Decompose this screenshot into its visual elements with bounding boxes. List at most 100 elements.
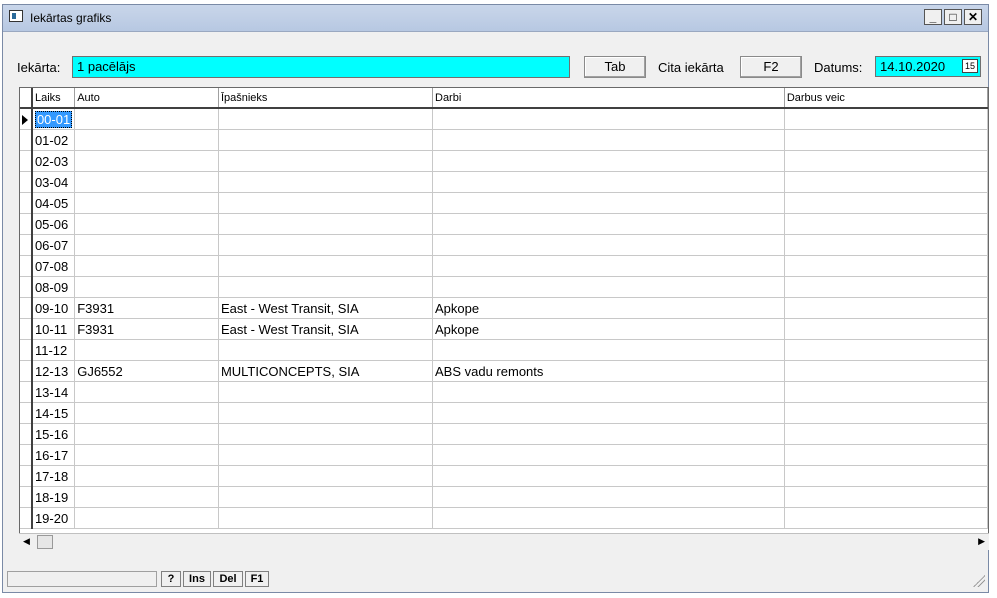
cell-ipasnieks[interactable] (218, 423, 434, 445)
column-header-ipasnieks[interactable]: Īpašnieks (218, 88, 434, 109)
table-row[interactable]: 18-19 (20, 486, 988, 508)
calendar-icon[interactable]: 15 (962, 59, 978, 73)
cell-ipasnieks[interactable] (218, 192, 434, 214)
row-indicator[interactable] (20, 129, 33, 151)
cell-darbi[interactable] (432, 171, 785, 193)
cell-auto[interactable] (74, 276, 219, 298)
row-indicator[interactable] (20, 339, 33, 361)
cell-laiks[interactable]: 03-04 (31, 171, 76, 193)
cell-ipasnieks[interactable] (218, 507, 434, 529)
cell-auto[interactable] (74, 171, 219, 193)
cell-auto[interactable] (74, 234, 219, 256)
row-indicator[interactable] (20, 297, 33, 319)
cell-darbus-veic[interactable] (784, 213, 988, 235)
cell-ipasnieks[interactable]: East - West Transit, SIA (218, 297, 434, 319)
cell-auto[interactable] (74, 192, 219, 214)
f2-button[interactable]: F2 (740, 56, 802, 78)
row-indicator[interactable] (20, 255, 33, 277)
cell-darbus-veic[interactable] (784, 339, 988, 361)
cell-laiks[interactable]: 00-01 (31, 108, 76, 130)
cell-darbus-veic[interactable] (784, 129, 988, 151)
cell-auto[interactable] (74, 423, 219, 445)
cell-darbi[interactable] (432, 192, 785, 214)
table-row[interactable]: 07-08 (20, 255, 988, 277)
cell-darbi[interactable] (432, 423, 785, 445)
cell-darbi[interactable]: Apkope (432, 297, 785, 319)
cell-ipasnieks[interactable] (218, 465, 434, 487)
cell-ipasnieks[interactable] (218, 444, 434, 466)
row-indicator[interactable] (20, 465, 33, 487)
cell-laiks[interactable]: 04-05 (31, 192, 76, 214)
row-indicator[interactable] (20, 318, 33, 340)
ins-button[interactable]: Ins (183, 571, 211, 587)
table-row[interactable]: 02-03 (20, 150, 988, 172)
table-row[interactable]: 16-17 (20, 444, 988, 466)
cell-darbus-veic[interactable] (784, 486, 988, 508)
f1-button[interactable]: F1 (245, 571, 269, 587)
cell-darbi[interactable] (432, 255, 785, 277)
del-button[interactable]: Del (213, 571, 243, 587)
cell-laiks[interactable]: 12-13 (31, 360, 76, 382)
cell-auto[interactable] (74, 213, 219, 235)
cell-darbi[interactable] (432, 444, 785, 466)
cell-laiks[interactable]: 18-19 (31, 486, 76, 508)
cell-laiks[interactable]: 13-14 (31, 381, 76, 403)
cell-darbus-veic[interactable] (784, 318, 988, 340)
row-indicator[interactable] (20, 276, 33, 298)
table-row[interactable]: 10-11 F3931 East - West Transit, SIA Apkope (20, 318, 988, 340)
cell-laiks[interactable]: 19-20 (31, 507, 76, 529)
cell-darbi[interactable] (432, 129, 785, 151)
column-header-laiks[interactable]: Laiks (31, 88, 76, 109)
cell-ipasnieks[interactable] (218, 234, 434, 256)
cell-darbus-veic[interactable] (784, 276, 988, 298)
cell-auto[interactable] (74, 402, 219, 424)
iekarta-field[interactable]: 1 pacēlājs (72, 56, 570, 78)
cell-ipasnieks[interactable] (218, 339, 434, 361)
cell-darbus-veic[interactable] (784, 402, 988, 424)
maximize-button[interactable]: □ (944, 9, 962, 25)
cell-auto[interactable]: GJ6552 (74, 360, 219, 382)
cell-ipasnieks[interactable] (218, 255, 434, 277)
row-indicator[interactable] (20, 213, 33, 235)
cell-auto[interactable] (74, 465, 219, 487)
row-indicator[interactable] (20, 444, 33, 466)
cell-ipasnieks[interactable] (218, 171, 434, 193)
title-bar[interactable]: Iekārtas grafiks _ □ ✕ (3, 5, 988, 32)
cell-darbus-veic[interactable] (784, 444, 988, 466)
row-indicator[interactable] (20, 381, 33, 403)
cell-auto[interactable] (74, 108, 219, 130)
cell-auto[interactable]: F3931 (74, 318, 219, 340)
cell-auto[interactable] (74, 255, 219, 277)
help-button[interactable]: ? (161, 571, 181, 587)
cell-darbi[interactable] (432, 465, 785, 487)
cell-laiks[interactable]: 08-09 (31, 276, 76, 298)
cell-darbus-veic[interactable] (784, 381, 988, 403)
cell-ipasnieks[interactable]: MULTICONCEPTS, SIA (218, 360, 434, 382)
cell-laiks[interactable]: 02-03 (31, 150, 76, 172)
cell-darbi[interactable] (432, 276, 785, 298)
tab-button[interactable]: Tab (584, 56, 646, 78)
cell-laiks[interactable]: 15-16 (31, 423, 76, 445)
row-indicator[interactable] (20, 402, 33, 424)
cell-ipasnieks[interactable] (218, 402, 434, 424)
cell-darbi[interactable] (432, 150, 785, 172)
cell-auto[interactable] (74, 381, 219, 403)
column-header-auto[interactable]: Auto (74, 88, 219, 109)
close-button[interactable]: ✕ (964, 9, 982, 25)
column-header-darbus-veic[interactable]: Darbus veic (784, 88, 988, 109)
cell-auto[interactable] (74, 150, 219, 172)
scroll-thumb[interactable] (37, 535, 53, 549)
cell-darbi[interactable] (432, 234, 785, 256)
cell-auto[interactable]: F3931 (74, 297, 219, 319)
table-row[interactable]: 06-07 (20, 234, 988, 256)
minimize-button[interactable]: _ (924, 9, 942, 25)
cell-ipasnieks[interactable] (218, 213, 434, 235)
horizontal-scrollbar[interactable]: ◀ ▶ (19, 533, 989, 550)
cell-darbus-veic[interactable] (784, 150, 988, 172)
cell-darbus-veic[interactable] (784, 423, 988, 445)
table-row[interactable]: 13-14 (20, 381, 988, 403)
cell-auto[interactable] (74, 486, 219, 508)
cell-darbi[interactable]: Apkope (432, 318, 785, 340)
cell-laiks[interactable]: 17-18 (31, 465, 76, 487)
cell-auto[interactable] (74, 507, 219, 529)
